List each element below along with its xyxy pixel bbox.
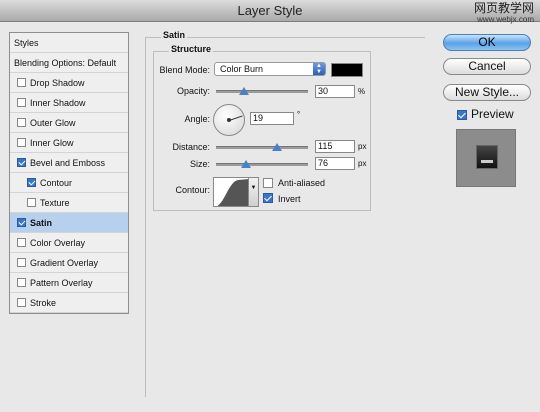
inner-shadow-checkbox[interactable]: [17, 98, 26, 107]
style-item-label: Drop Shadow: [30, 77, 85, 88]
opacity-slider-track[interactable]: [216, 90, 308, 93]
style-item-texture[interactable]: Texture: [10, 193, 128, 213]
style-item-color-overlay[interactable]: Color Overlay: [10, 233, 128, 253]
size-input[interactable]: 76: [315, 157, 355, 170]
style-item-label: Inner Shadow: [30, 97, 86, 108]
style-item-label: Bevel and Emboss: [30, 157, 106, 168]
style-item-gradient-overlay[interactable]: Gradient Overlay: [10, 253, 128, 273]
texture-checkbox[interactable]: [27, 198, 36, 207]
color-overlay-checkbox[interactable]: [17, 238, 26, 247]
style-item-drop-shadow[interactable]: Drop Shadow: [10, 73, 128, 93]
style-item-stroke[interactable]: Stroke: [10, 293, 128, 313]
style-item-label: Outer Glow: [30, 117, 76, 128]
distance-slider-track[interactable]: [216, 146, 308, 149]
ok-button[interactable]: OK: [443, 34, 531, 51]
style-item-satin[interactable]: Satin: [10, 213, 128, 233]
watermark-line1: 网页教学网: [473, 1, 534, 15]
distance-label: Distance:: [172, 142, 210, 152]
contour-checkbox[interactable]: [27, 178, 36, 187]
distance-input[interactable]: 115: [315, 140, 355, 153]
outer-glow-checkbox[interactable]: [17, 118, 26, 127]
cancel-button[interactable]: Cancel: [443, 58, 531, 75]
satin-color-swatch[interactable]: [331, 63, 363, 77]
style-item-label: Stroke: [30, 297, 57, 308]
styles-header[interactable]: Styles: [10, 33, 128, 53]
opacity-slider-thumb[interactable]: [239, 87, 249, 95]
distance-slider-thumb[interactable]: [272, 143, 282, 151]
contour-label: Contour:: [175, 185, 210, 195]
angle-indicator: [229, 115, 243, 121]
opacity-input[interactable]: 30: [315, 85, 355, 98]
style-preview-thumbnail: [456, 129, 516, 187]
style-item-bevel-emboss[interactable]: Bevel and Emboss: [10, 153, 128, 173]
contour-dropdown-arrow[interactable]: ▼: [249, 177, 259, 207]
blend-mode-select[interactable]: Color Burn ▲ ▼: [214, 62, 326, 76]
bevel-emboss-checkbox[interactable]: [17, 158, 26, 167]
gradient-overlay-checkbox[interactable]: [17, 258, 26, 267]
style-item-label: Texture: [40, 197, 70, 208]
anti-aliased-label: Anti-aliased: [278, 178, 326, 188]
blend-mode-value: Color Burn: [220, 64, 264, 74]
style-item-pattern-overlay[interactable]: Pattern Overlay: [10, 273, 128, 293]
watermark: 网页教学网 www.webjx.com: [473, 1, 534, 25]
preview-checkbox[interactable]: [457, 110, 467, 120]
watermark-line2: www.webjx.com: [477, 15, 534, 24]
inner-glow-checkbox[interactable]: [17, 138, 26, 147]
size-slider-thumb[interactable]: [241, 160, 251, 168]
opacity-label: Opacity:: [176, 86, 210, 96]
size-label: Size:: [189, 159, 210, 169]
stroke-checkbox[interactable]: [17, 298, 26, 307]
style-item-label: Inner Glow: [30, 137, 74, 148]
satin-group-title: Satin: [161, 30, 188, 40]
contour-curve-icon: [217, 179, 248, 206]
styles-list: Styles Blending Options: Default Drop Sh…: [9, 32, 129, 314]
anti-aliased-checkbox[interactable]: [263, 178, 273, 188]
preview-label: Preview: [471, 107, 514, 121]
angle-unit: °: [297, 110, 301, 119]
pattern-overlay-checkbox[interactable]: [17, 278, 26, 287]
structure-group-title: Structure: [169, 44, 214, 54]
angle-dial[interactable]: [213, 104, 245, 136]
opacity-unit: %: [358, 87, 366, 96]
style-item-inner-shadow[interactable]: Inner Shadow: [10, 93, 128, 113]
invert-checkbox[interactable]: [263, 193, 273, 203]
invert-label: Invert: [278, 194, 301, 204]
style-item-contour[interactable]: Contour: [10, 173, 128, 193]
window-title: Layer Style: [237, 3, 303, 18]
angle-input[interactable]: 19: [250, 112, 294, 125]
contour-picker[interactable]: [213, 177, 249, 207]
select-arrows-icon: ▲ ▼: [313, 63, 325, 75]
distance-unit: px: [358, 142, 367, 151]
title-bar: Layer Style 网页教学网 www.webjx.com: [0, 0, 540, 25]
style-item-label: Pattern Overlay: [30, 277, 93, 288]
blend-mode-label: Blend Mode:: [159, 65, 210, 75]
style-item-inner-glow[interactable]: Inner Glow: [10, 133, 128, 153]
angle-center: [227, 118, 231, 122]
size-unit: px: [358, 159, 367, 168]
style-item-label: Gradient Overlay: [30, 257, 99, 268]
blending-options-item[interactable]: Blending Options: Default: [10, 53, 128, 73]
style-item-label: Satin: [30, 217, 53, 228]
satin-checkbox[interactable]: [17, 218, 26, 227]
new-style-button[interactable]: New Style...: [443, 84, 531, 101]
size-slider-track[interactable]: [216, 163, 308, 166]
angle-label: Angle:: [184, 114, 210, 124]
preview-swatch: [476, 145, 498, 169]
style-item-label: Contour: [40, 177, 73, 188]
drop-shadow-checkbox[interactable]: [17, 78, 26, 87]
style-item-outer-glow[interactable]: Outer Glow: [10, 113, 128, 133]
style-item-label: Color Overlay: [30, 237, 86, 248]
